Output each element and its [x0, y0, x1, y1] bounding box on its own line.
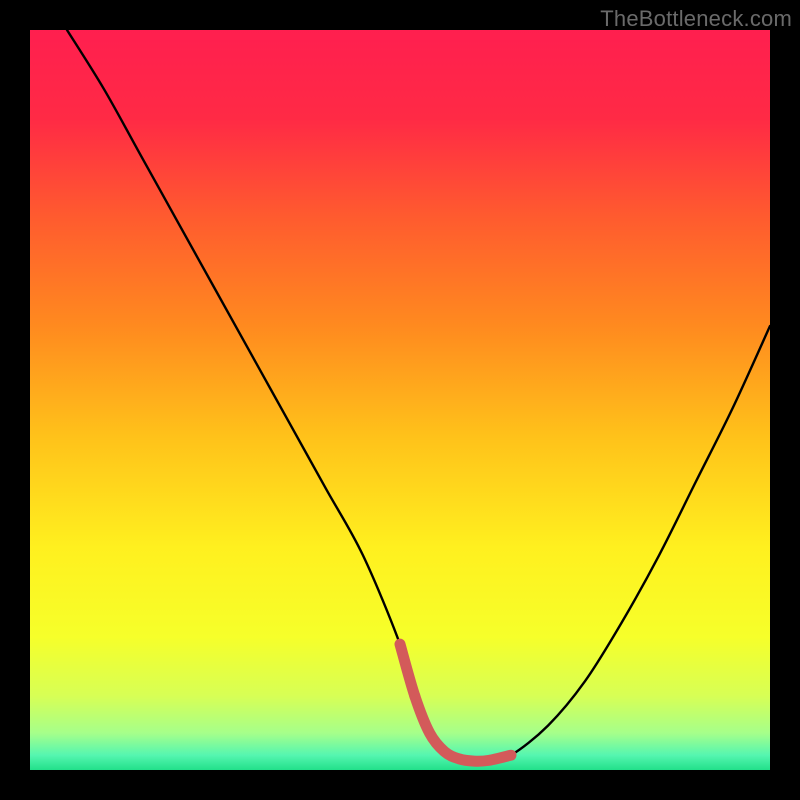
bottleneck-highlight	[400, 644, 511, 761]
highlight-start-dot	[409, 691, 420, 702]
bottleneck-curve	[67, 30, 770, 761]
curve-layer	[30, 30, 770, 770]
watermark-text: TheBottleneck.com	[600, 6, 792, 32]
plot-area	[30, 30, 770, 770]
chart-frame: TheBottleneck.com	[0, 0, 800, 800]
